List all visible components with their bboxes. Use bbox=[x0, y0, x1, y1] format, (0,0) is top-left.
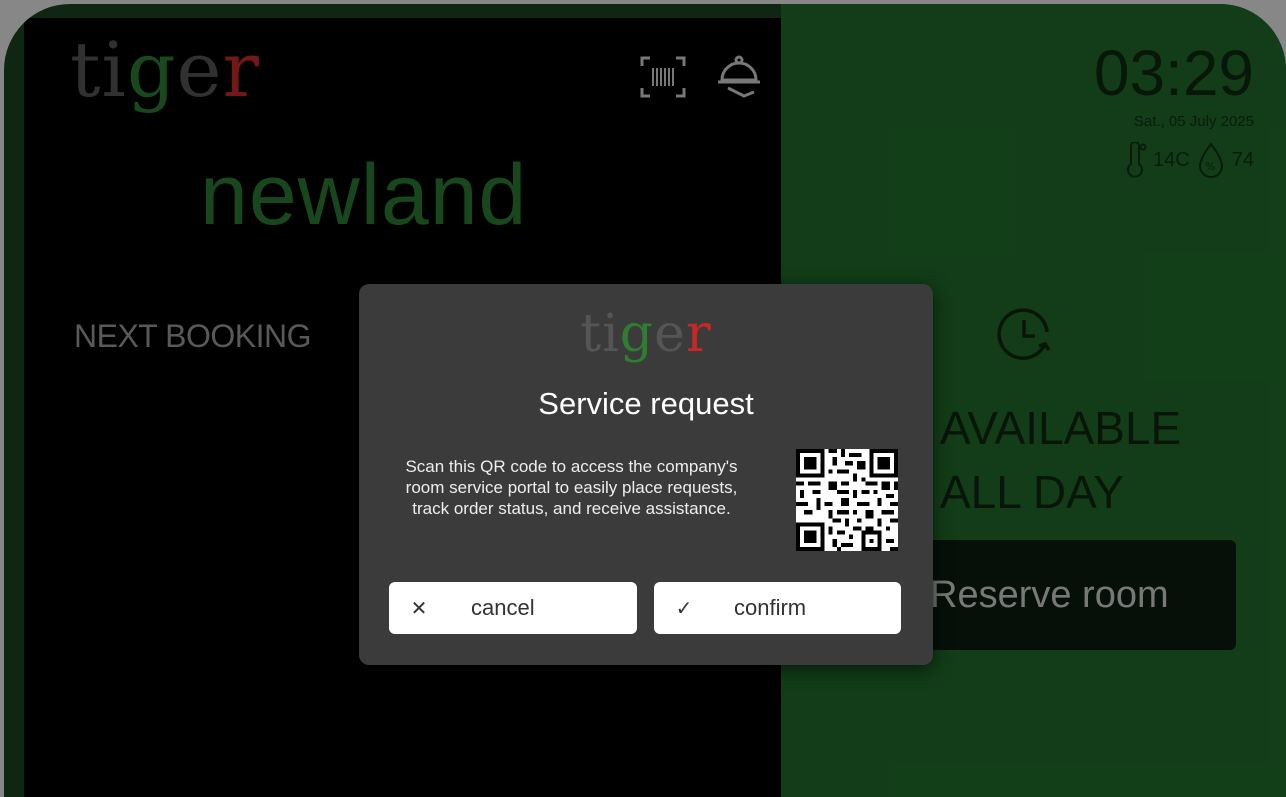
logo-letter: e bbox=[176, 25, 223, 114]
logo-letter: t bbox=[580, 304, 603, 364]
logo-letter: t bbox=[70, 25, 102, 114]
clock-icon bbox=[995, 306, 1053, 364]
date: Sat., 05 July 2025 bbox=[1133, 113, 1254, 130]
humidity-value: 74 bbox=[1231, 148, 1254, 171]
availability-line-1: AVAILABLE bbox=[940, 402, 1182, 454]
cancel-label: cancel bbox=[471, 595, 535, 620]
cancel-button[interactable]: ✕ cancel bbox=[389, 582, 637, 634]
dialog-title: Service request bbox=[538, 386, 754, 421]
humidity-icon: % bbox=[1198, 142, 1223, 178]
weather-row: 14C % 74 bbox=[1123, 142, 1254, 178]
brand-logo: tiger bbox=[70, 32, 260, 108]
checkmark-icon: ✓ bbox=[675, 597, 693, 620]
logo-letter: i bbox=[602, 304, 620, 364]
thermometer-icon bbox=[1127, 142, 1147, 178]
logo-letter: g bbox=[619, 304, 655, 364]
logo-letter: r bbox=[222, 25, 260, 114]
logo-letter: i bbox=[101, 25, 127, 114]
svg-text:%: % bbox=[1205, 160, 1215, 173]
barcode-scan-icon[interactable] bbox=[638, 52, 688, 102]
dialog-description: Scan this QR code to access the company'… bbox=[405, 457, 738, 518]
next-booking-label: NEXT BOOKING bbox=[74, 318, 312, 354]
availability-status: AVAILABLE ALL DAY bbox=[940, 396, 1240, 524]
close-icon: ✕ bbox=[410, 597, 428, 620]
logo-letter: r bbox=[685, 304, 712, 364]
confirm-button[interactable]: ✓ confirm bbox=[654, 582, 901, 634]
availability-line-2: ALL DAY bbox=[940, 466, 1125, 518]
room-name: newland bbox=[200, 147, 528, 243]
logo-letter: e bbox=[654, 304, 686, 364]
confirm-label: confirm bbox=[734, 595, 807, 620]
room-service-bell-icon[interactable] bbox=[714, 52, 764, 102]
qr-code bbox=[796, 449, 898, 551]
reserve-room-button[interactable]: Reserve room bbox=[908, 540, 1236, 650]
logo-letter: g bbox=[126, 25, 177, 114]
temperature-value: 14C bbox=[1153, 148, 1190, 171]
dialog-logo: tiger bbox=[359, 308, 933, 360]
clock: 03:29 bbox=[1093, 37, 1254, 109]
service-request-dialog: tiger Service request Scan this QR code … bbox=[359, 284, 933, 665]
